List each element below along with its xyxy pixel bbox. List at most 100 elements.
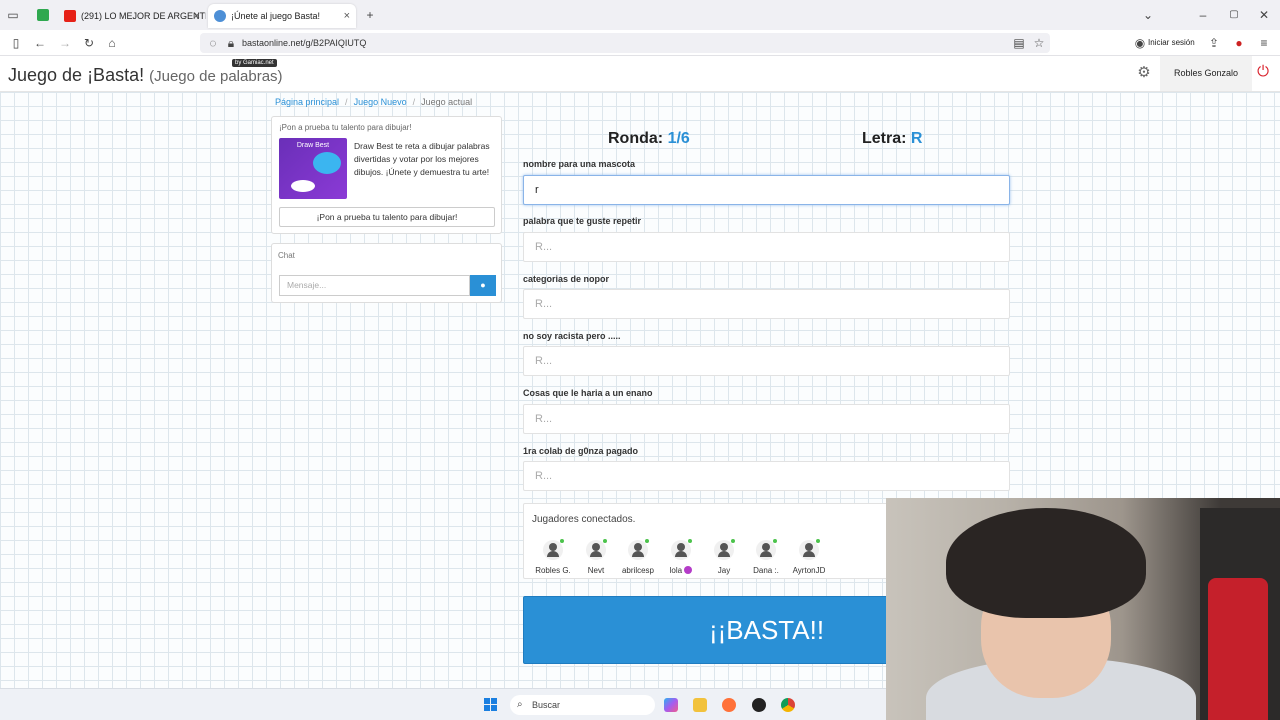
- player-item[interactable]: AyrtonJD: [788, 539, 830, 575]
- bookmark-star-icon[interactable]: ☆: [1032, 36, 1046, 50]
- chat-input[interactable]: Mensaje...: [279, 275, 470, 296]
- youtube-icon: [64, 10, 76, 22]
- site-title[interactable]: Juego de ¡Basta! (Juego de palabras): [8, 65, 283, 86]
- category-label: 1ra colab de g0nza pagado: [523, 446, 639, 456]
- firefox-icon[interactable]: [722, 698, 736, 712]
- category-label: categorias de nopor: [523, 274, 610, 284]
- globe-icon: [214, 10, 226, 22]
- reload-icon[interactable]: ↻: [82, 36, 96, 50]
- ad-panel: ¡Pon a prueba tu talento para dibujar! D…: [271, 116, 502, 234]
- category-input[interactable]: R...: [523, 404, 1010, 434]
- letter-label: Letra:: [862, 130, 907, 147]
- user-menu[interactable]: Robles Gonzalo: [1159, 56, 1252, 91]
- round-value: 1/6: [667, 130, 690, 147]
- user-icon: [543, 539, 564, 560]
- tab-youtube[interactable]: (291) LO MEJOR DE ARGENTINA ×: [58, 4, 206, 28]
- pinned-tab-icon[interactable]: [37, 9, 49, 21]
- category-label: palabra que te guste repetir: [523, 216, 642, 226]
- obs-icon[interactable]: [752, 698, 766, 712]
- players-heading: Jugadores conectados.: [532, 514, 636, 525]
- online-indicator: [731, 539, 735, 543]
- taskbar-search-label: Buscar: [532, 700, 561, 710]
- signin-label[interactable]: Iniciar sesión: [1148, 38, 1195, 47]
- category-input[interactable]: r: [523, 175, 1010, 205]
- chevron-down-icon[interactable]: ⌄: [1141, 8, 1155, 22]
- online-indicator: [688, 539, 692, 543]
- player-item[interactable]: Robles G.: [532, 539, 574, 575]
- tab-basta[interactable]: ¡Únete al juego Basta! ×: [208, 4, 356, 28]
- player-name: AyrtonJD: [792, 566, 826, 575]
- chat-bubble-icon: ●: [480, 280, 486, 290]
- address-bar[interactable]: ◌ 🔒︎ bastaonline.net/g/B2PAIQIUTQ ▤ ☆: [200, 33, 1050, 53]
- search-icon: ⌕: [517, 699, 523, 710]
- category-input[interactable]: R...: [523, 289, 1010, 319]
- online-indicator: [645, 539, 649, 543]
- close-icon[interactable]: ×: [344, 10, 350, 22]
- url-text: bastaonline.net/g/B2PAIQIUTQ: [242, 38, 367, 48]
- account-icon[interactable]: ◉: [1133, 36, 1147, 50]
- player-item[interactable]: Nevt: [575, 539, 617, 575]
- online-indicator: [773, 539, 777, 543]
- browser-toolbar: ▯ ← → ↻ ⌂ ◌ 🔒︎ bastaonline.net/g/B2PAIQI…: [0, 30, 1280, 56]
- copilot-icon[interactable]: [664, 698, 678, 712]
- home-icon[interactable]: ⌂: [105, 36, 119, 50]
- category-input[interactable]: R...: [523, 461, 1010, 491]
- player-item[interactable]: Dana :.: [745, 539, 787, 575]
- draw-best-image-title: Draw Best: [296, 142, 330, 149]
- chrome-icon[interactable]: [781, 698, 795, 712]
- breadcrumb: Página principal / Juego Nuevo / Juego a…: [275, 97, 472, 107]
- windows-start-icon[interactable]: [484, 698, 498, 712]
- category-label: no soy racista pero .....: [523, 331, 621, 341]
- maximize-icon[interactable]: ▢: [1227, 8, 1241, 22]
- user-icon: [799, 539, 820, 560]
- breadcrumb-separator: /: [345, 97, 348, 107]
- tab-list-icon[interactable]: ▭: [6, 8, 20, 22]
- site-title-main: Juego de ¡Basta!: [8, 65, 145, 85]
- back-icon[interactable]: ←: [33, 36, 47, 50]
- ad-text: Draw Best te reta a dibujar palabras div…: [354, 141, 490, 177]
- ad-button[interactable]: ¡Pon a prueba tu talento para dibujar!: [279, 207, 495, 227]
- user-icon: [671, 539, 692, 560]
- minimize-icon[interactable]: –: [1196, 8, 1210, 22]
- breadcrumb-new-game[interactable]: Juego Nuevo: [354, 97, 407, 107]
- cloud-shape: [291, 180, 315, 192]
- menu-icon[interactable]: ≡: [1257, 36, 1271, 50]
- extensions-icon[interactable]: ⇪: [1207, 36, 1221, 50]
- player-name: lola: [669, 566, 683, 575]
- forward-icon[interactable]: →: [58, 36, 72, 50]
- player-name: Robles G.: [535, 566, 571, 575]
- category-input[interactable]: R...: [523, 346, 1010, 376]
- chat-panel: Chat Mensaje... ●: [271, 243, 502, 303]
- category-input[interactable]: R...: [523, 232, 1010, 262]
- power-icon[interactable]: ⏻: [1256, 64, 1270, 79]
- player-item[interactable]: lola: [660, 539, 702, 575]
- user-icon: [628, 539, 649, 560]
- player-item[interactable]: Jay: [703, 539, 745, 575]
- breadcrumb-home[interactable]: Página principal: [275, 97, 339, 107]
- site-header: Juego de ¡Basta! (Juego de palabras) by …: [0, 56, 1280, 92]
- file-explorer-icon[interactable]: [693, 698, 707, 712]
- shield-icon: ◌: [209, 36, 217, 50]
- close-icon[interactable]: ×: [194, 10, 200, 22]
- gear-icon[interactable]: ⚙: [1137, 65, 1151, 80]
- close-window-icon[interactable]: ✕: [1257, 8, 1271, 22]
- chat-send-button[interactable]: ●: [470, 275, 496, 296]
- player-name: abrilcesp: [621, 566, 654, 575]
- reader-view-icon[interactable]: ▤: [1012, 36, 1026, 50]
- new-tab-icon[interactable]: +: [363, 8, 377, 22]
- webcam-jersey: [1208, 578, 1268, 720]
- draw-best-image[interactable]: Draw Best: [279, 138, 347, 199]
- chat-heading: Chat: [278, 251, 295, 260]
- player-name-row: lola: [660, 566, 702, 575]
- taskbar-search[interactable]: ⌕ Buscar: [510, 695, 655, 715]
- extension-badge-icon[interactable]: ●: [1232, 36, 1246, 50]
- sidebar-icon[interactable]: ▯: [9, 36, 23, 50]
- pencil-badge-icon: [684, 566, 693, 574]
- user-icon: [756, 539, 777, 560]
- byline-badge[interactable]: by Gamiac.net: [232, 59, 277, 67]
- browser-tab-bar: ▭ (291) LO MEJOR DE ARGENTINA × ¡Únete a…: [0, 0, 1280, 30]
- player-name: Nevt: [587, 566, 605, 575]
- player-name: Jay: [717, 566, 731, 575]
- player-item[interactable]: abrilcesp: [617, 539, 659, 575]
- letter-indicator: Letra: R: [862, 130, 922, 148]
